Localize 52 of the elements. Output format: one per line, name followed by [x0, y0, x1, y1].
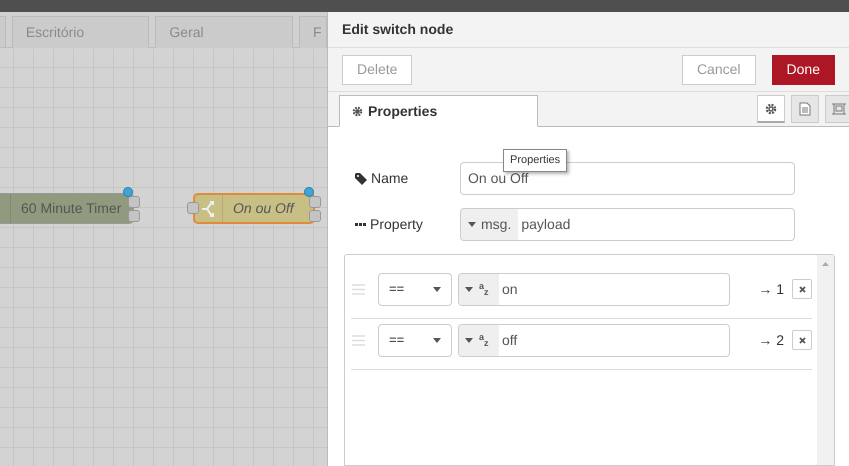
caret-icon: [433, 338, 441, 342]
tab-label: Properties: [368, 102, 438, 121]
split-arrows-icon: [200, 198, 216, 218]
scroll-up-icon[interactable]: [822, 262, 829, 266]
type-prefix: msg.: [481, 215, 512, 234]
rule-value: on: [501, 280, 518, 298]
close-icon: [798, 286, 806, 292]
caret-icon: [433, 286, 441, 292]
input-port[interactable]: [187, 202, 199, 214]
operator-select[interactable]: ==: [378, 272, 452, 306]
ellipsis-icon: [355, 223, 366, 226]
string-type-icon: az: [479, 284, 489, 294]
field-label: Name: [371, 169, 408, 188]
flow-tab[interactable]: [0, 16, 6, 47]
string-type-icon: az: [479, 336, 489, 344]
output-label: → 2: [758, 330, 784, 350]
gear-icon: [765, 102, 777, 114]
value-input[interactable]: az off: [458, 324, 730, 356]
rule-value: off: [501, 330, 518, 350]
operator-select[interactable]: ==: [378, 324, 452, 356]
value-input[interactable]: az on: [458, 272, 730, 306]
field-label: Property: [370, 215, 423, 234]
property-input[interactable]: msg. payload: [460, 208, 795, 241]
remove-button[interactable]: [792, 279, 812, 299]
remove-button[interactable]: [792, 330, 812, 350]
output-port[interactable]: [309, 196, 321, 208]
settings-button[interactable]: [757, 95, 785, 123]
node-label: 60 Minute Timer: [20, 199, 122, 218]
close-icon: [798, 336, 806, 344]
scrollbar[interactable]: [817, 255, 834, 465]
caret-icon: [465, 338, 473, 342]
tooltip: Properties: [503, 149, 568, 172]
document-icon: [799, 102, 811, 116]
node-label: On ou Off: [232, 199, 294, 218]
appearance-button[interactable]: [825, 95, 849, 123]
caret-icon: [465, 286, 473, 292]
output-port[interactable]: [309, 210, 321, 222]
gear-icon: [352, 106, 363, 116]
properties-tab[interactable]: Properties: [339, 95, 538, 127]
editor-title: Edit switch node: [342, 20, 454, 39]
drag-handle-icon[interactable]: [352, 334, 365, 346]
done-button[interactable]: Done: [772, 54, 835, 84]
description-button[interactable]: [791, 95, 819, 123]
output-label: → 1: [758, 280, 784, 298]
property-value: payload: [520, 215, 570, 234]
flow-node[interactable]: On ou Off: [193, 193, 315, 224]
frame-icon: [832, 102, 846, 116]
tag-icon: [355, 172, 367, 184]
output-port[interactable]: [128, 210, 140, 222]
drag-handle-icon[interactable]: [352, 284, 365, 294]
output-port[interactable]: [128, 196, 140, 208]
caret-icon: [468, 222, 476, 227]
